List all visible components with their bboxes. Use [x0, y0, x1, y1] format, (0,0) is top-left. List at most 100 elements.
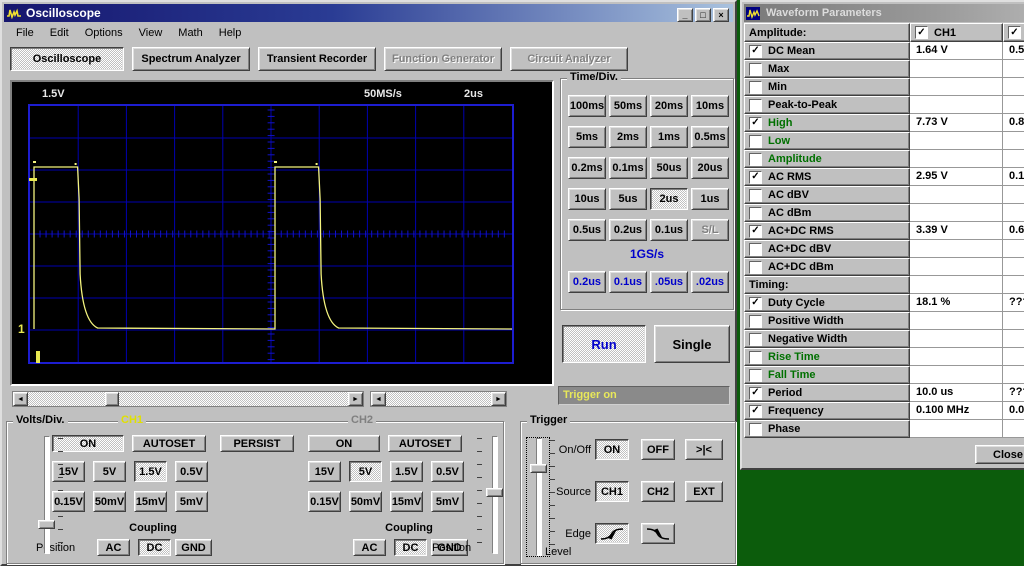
timediv-fast-02us-button[interactable]: .02us — [691, 271, 729, 293]
channel-1-position-marker[interactable]: 1 — [18, 322, 25, 336]
rising-edge-icon[interactable] — [595, 523, 629, 544]
ch1-position-slider[interactable] — [35, 436, 57, 554]
param-checkbox-negative-width[interactable] — [749, 333, 762, 346]
param-checkbox-low[interactable] — [749, 135, 762, 148]
timediv-5ms-button[interactable]: 5ms — [568, 126, 606, 148]
param-checkbox-ac-dbv[interactable] — [749, 189, 762, 202]
menu-file[interactable]: File — [8, 25, 42, 42]
param-checkbox-amplitude[interactable] — [749, 153, 762, 166]
param-checkbox-duty-cycle[interactable]: ✓ — [749, 297, 762, 310]
ch2-on-button[interactable]: ON — [308, 435, 380, 452]
trigger-source-ext-button[interactable]: EXT — [685, 481, 723, 502]
timediv-10ms-button[interactable]: 10ms — [691, 95, 729, 117]
ch2-range-15mv-button[interactable]: 15mV — [390, 491, 423, 512]
ch2-coupling-dc-button[interactable]: DC — [394, 539, 427, 556]
param-label-negative-width[interactable]: Negative Width — [744, 330, 910, 348]
param-label-frequency[interactable]: ✓Frequency — [744, 402, 910, 420]
param-checkbox-high[interactable]: ✓ — [749, 117, 762, 130]
timediv-50us-button[interactable]: 50us — [650, 157, 688, 179]
run-button[interactable]: Run — [562, 325, 646, 363]
ch1-column-header[interactable]: ✓ CH1 — [910, 23, 1003, 42]
ch2-autoset-button[interactable]: AUTOSET — [388, 435, 462, 452]
menu-view[interactable]: View — [131, 25, 171, 42]
param-titlebar[interactable]: Waveform Parameters — [744, 4, 1024, 22]
ch1-range-5mv-button[interactable]: 5mV — [175, 491, 208, 512]
param-label-ac-dbv[interactable]: AC dBV — [744, 186, 910, 204]
ch2-column-header[interactable]: ✓ CH2 — [1003, 23, 1024, 42]
ch1-autoset-button[interactable]: AUTOSET — [132, 435, 206, 452]
scroll-left-icon[interactable]: ◄ — [371, 392, 386, 406]
timediv-5us-button[interactable]: 5us — [609, 188, 647, 210]
timediv-s-l-button[interactable]: S/L — [691, 219, 729, 241]
param-checkbox-ac-dc-dbv[interactable] — [749, 243, 762, 256]
ch2-position-slider[interactable] — [483, 436, 505, 554]
trigger-marker-button[interactable]: >|< — [685, 439, 723, 460]
scroll-left-icon[interactable]: ◄ — [13, 392, 28, 406]
timediv-20us-button[interactable]: 20us — [691, 157, 729, 179]
slider-thumb[interactable] — [38, 520, 55, 529]
param-label-ac-dc-dbv[interactable]: AC+DC dBV — [744, 240, 910, 258]
scroll-right-icon[interactable]: ► — [491, 392, 506, 406]
ch1-range-5v-button[interactable]: 5V — [93, 461, 126, 482]
param-checkbox-period[interactable]: ✓ — [749, 387, 762, 400]
timediv-0-1ms-button[interactable]: 0.1ms — [609, 157, 647, 179]
param-checkbox-fall-time[interactable] — [749, 369, 762, 382]
slider-thumb[interactable] — [486, 488, 503, 497]
menu-edit[interactable]: Edit — [42, 25, 77, 42]
timediv-100ms-button[interactable]: 100ms — [568, 95, 606, 117]
timediv-0-5us-button[interactable]: 0.5us — [568, 219, 606, 241]
ch2-range-1-5v-button[interactable]: 1.5V — [390, 461, 423, 482]
timediv-2us-button[interactable]: 2us — [650, 188, 688, 210]
param-label-positive-width[interactable]: Positive Width — [744, 312, 910, 330]
trigger-level-marker[interactable] — [29, 178, 37, 181]
param-checkbox-ac-rms[interactable]: ✓ — [749, 171, 762, 184]
param-checkbox-rise-time[interactable] — [749, 351, 762, 364]
ch1-column-checkbox[interactable]: ✓ — [915, 26, 928, 39]
main-titlebar[interactable]: Oscilloscope _ □ × — [4, 4, 733, 22]
timediv-20ms-button[interactable]: 20ms — [650, 95, 688, 117]
timediv-0-2ms-button[interactable]: 0.2ms — [568, 157, 606, 179]
ch1-coupling-dc-button[interactable]: DC — [138, 539, 171, 556]
param-label-amplitude[interactable]: Amplitude — [744, 150, 910, 168]
ch1-range-50mv-button[interactable]: 50mV — [93, 491, 126, 512]
param-label-ac-rms[interactable]: ✓AC RMS — [744, 168, 910, 186]
minimize-button[interactable]: _ — [677, 8, 693, 22]
timediv-fast-05us-button[interactable]: .05us — [650, 271, 688, 293]
slider-thumb[interactable] — [530, 464, 547, 473]
ch1-range-1-5v-button[interactable]: 1.5V — [134, 461, 167, 482]
menu-math[interactable]: Math — [170, 25, 210, 42]
timediv-fast-0-2us-button[interactable]: 0.2us — [568, 271, 606, 293]
param-label-max[interactable]: Max — [744, 60, 910, 78]
ch2-range-15v-button[interactable]: 15V — [308, 461, 341, 482]
param-label-high[interactable]: ✓High — [744, 114, 910, 132]
maximize-button[interactable]: □ — [695, 8, 711, 22]
trigger-source-ch2-button[interactable]: CH2 — [641, 481, 675, 502]
ch2-range-0-5v-button[interactable]: 0.5V — [431, 461, 464, 482]
timediv-50ms-button[interactable]: 50ms — [609, 95, 647, 117]
param-label-dc-mean[interactable]: ✓DC Mean — [744, 42, 910, 60]
tab-circuit-analyzer[interactable]: Circuit Analyzer — [510, 47, 628, 71]
param-checkbox-frequency[interactable]: ✓ — [749, 405, 762, 418]
single-button[interactable]: Single — [654, 325, 730, 363]
param-label-rise-time[interactable]: Rise Time — [744, 348, 910, 366]
close-button[interactable]: Close — [975, 445, 1024, 464]
ch2-range-50mv-button[interactable]: 50mV — [349, 491, 382, 512]
timediv-10us-button[interactable]: 10us — [568, 188, 606, 210]
timediv-2ms-button[interactable]: 2ms — [609, 126, 647, 148]
scroll-right-icon[interactable]: ► — [348, 392, 363, 406]
ch1-coupling-gnd-button[interactable]: GND — [175, 539, 212, 556]
menu-options[interactable]: Options — [77, 25, 131, 42]
close-window-button[interactable]: × — [713, 8, 729, 22]
timediv-0-2us-button[interactable]: 0.2us — [609, 219, 647, 241]
param-checkbox-ac-dbm[interactable] — [749, 207, 762, 220]
trigger-source-ch1-button[interactable]: CH1 — [595, 481, 629, 502]
timediv-1ms-button[interactable]: 1ms — [650, 126, 688, 148]
trigger-on-button[interactable]: ON — [595, 439, 629, 460]
param-checkbox-phase[interactable] — [749, 423, 762, 436]
ch1-range-15mv-button[interactable]: 15mV — [134, 491, 167, 512]
tab-function-generator[interactable]: Function Generator — [384, 47, 502, 71]
trigger-level-slider[interactable] — [527, 438, 549, 556]
param-label-peak-to-peak[interactable]: Peak-to-Peak — [744, 96, 910, 114]
ch2-coupling-ac-button[interactable]: AC — [353, 539, 386, 556]
param-label-period[interactable]: ✓Period — [744, 384, 910, 402]
